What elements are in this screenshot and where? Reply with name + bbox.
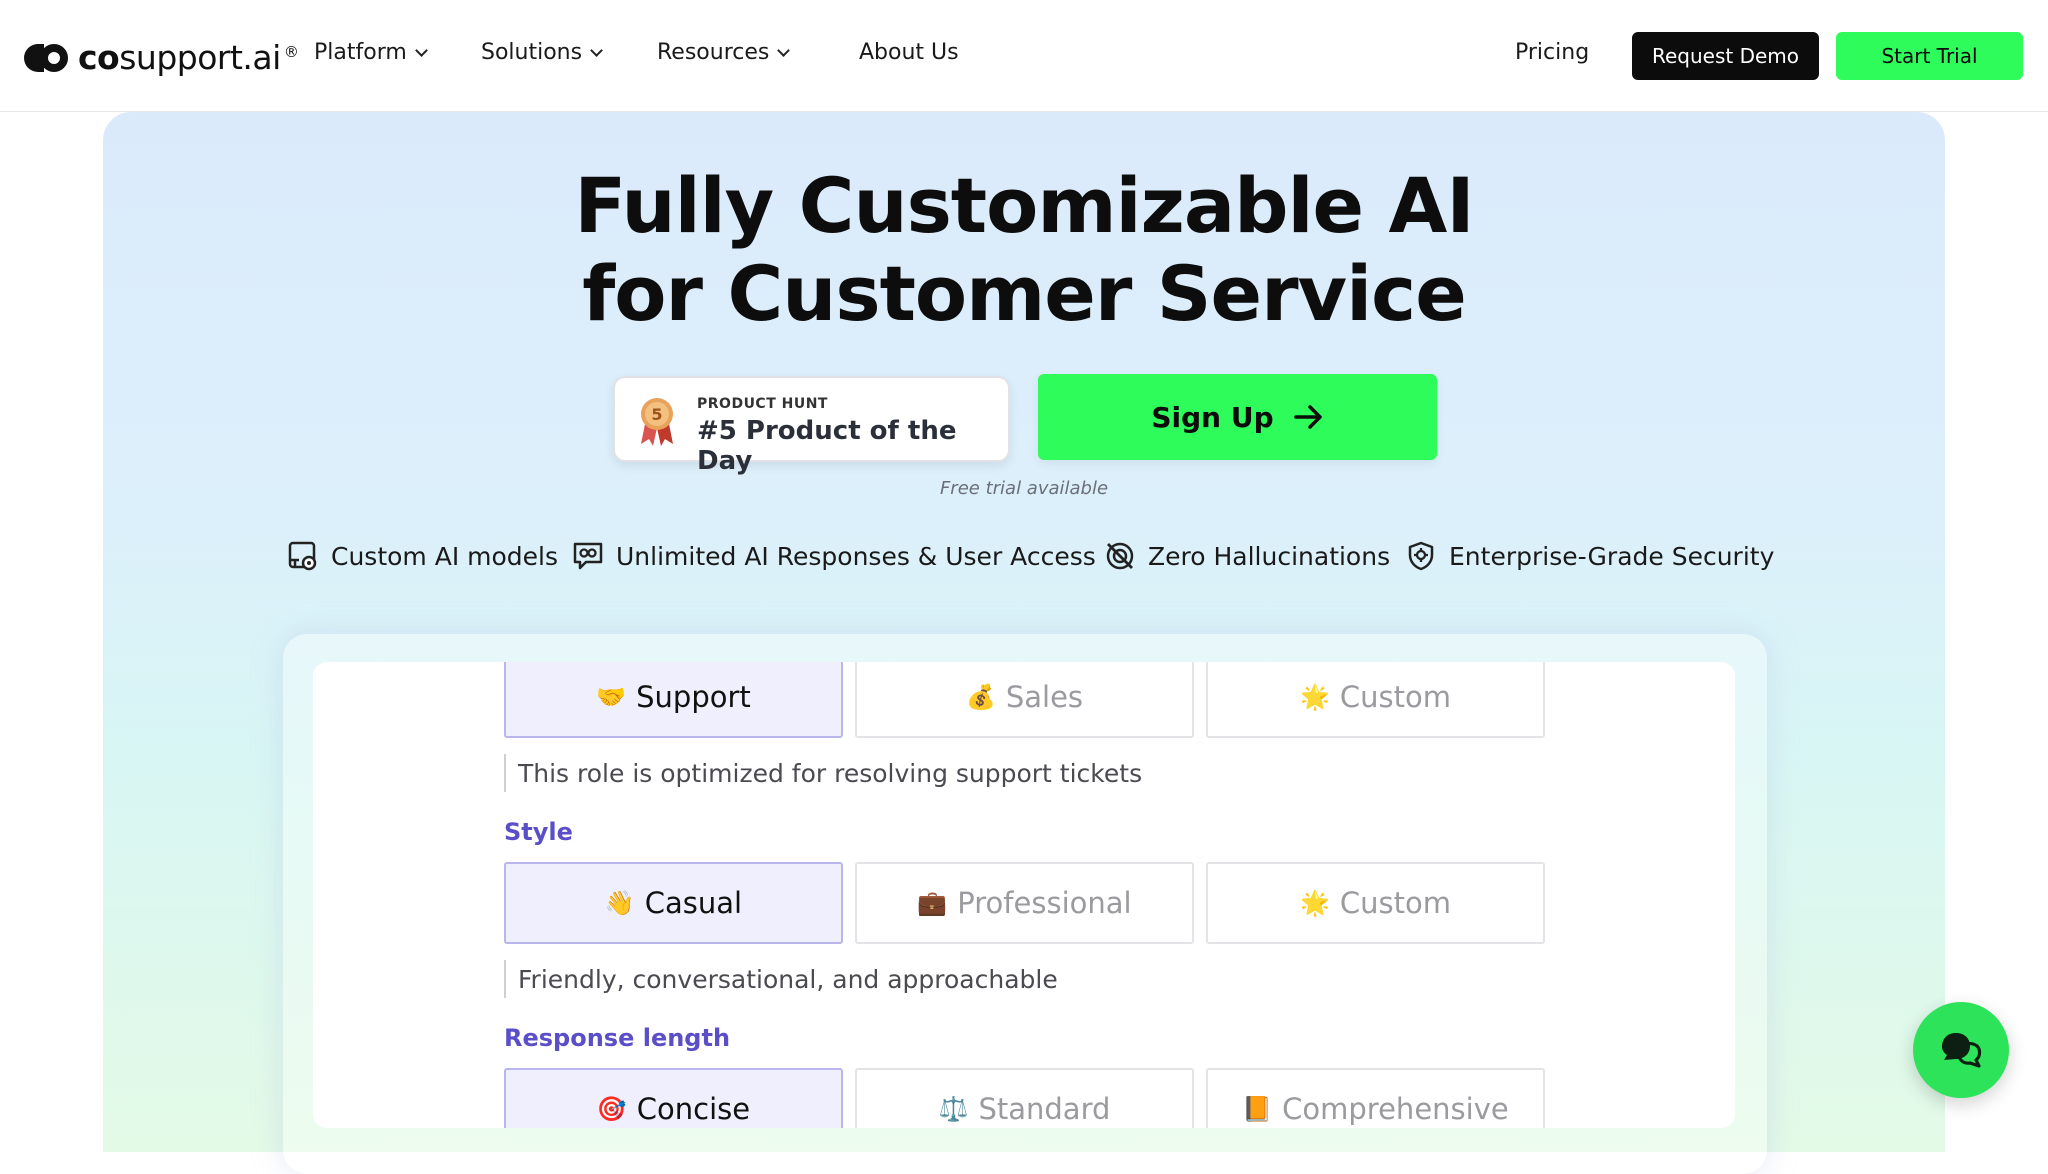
nav-solutions-label: Solutions — [481, 40, 583, 65]
option-label: Casual — [644, 886, 743, 920]
top-nav: cosupport.ai ® Platform Solutions Resourc… — [0, 0, 2048, 112]
option-label: Standard — [978, 1092, 1111, 1126]
badge-title: #5 Product of the Day — [697, 416, 957, 476]
feature-list: Custom AI models Unlimited AI Responses … — [103, 540, 1945, 580]
svg-text:5: 5 — [651, 405, 662, 424]
feature-label: Custom AI models — [331, 541, 559, 571]
chevron-down-icon — [590, 44, 603, 57]
hero-title-line2: for Customer Service — [582, 249, 1467, 338]
waving-hand-icon: 👋 — [604, 889, 635, 917]
role-description: This role is optimized for resolving sup… — [504, 754, 1142, 792]
star-icon: 🌟 — [1300, 889, 1330, 917]
style-option-custom[interactable]: 🌟 Custom — [1206, 862, 1545, 944]
brand-logo[interactable]: cosupport.ai ® — [24, 38, 299, 77]
balance-scale-icon: ⚖️ — [938, 1095, 969, 1123]
briefcase-icon: 💼 — [917, 889, 948, 917]
feature-label: Unlimited AI Responses & User Access — [616, 541, 1096, 571]
config-card: 🤝 Support 💰 Sales 🌟 Custom This role is … — [313, 662, 1735, 1128]
role-option-custom[interactable]: 🌟 Custom — [1206, 662, 1545, 738]
nav-platform[interactable]: Platform — [314, 40, 428, 65]
feature-item: Unlimited AI Responses & User Access — [572, 540, 1096, 572]
nav-resources-label: Resources — [657, 40, 770, 65]
length-option-comprehensive[interactable]: 📙 Comprehensive — [1206, 1068, 1545, 1128]
hero-title-line1: Fully Customizable AI — [574, 161, 1474, 250]
hero-title: Fully Customizable AI for Customer Servi… — [103, 162, 1945, 338]
nav-pricing-label: Pricing — [1515, 40, 1590, 65]
brand-name: cosupport.ai ® — [78, 38, 299, 77]
nav-pricing[interactable]: Pricing — [1515, 40, 1589, 65]
free-trial-note: Free trial available — [939, 478, 1109, 499]
medal-icon: 5 — [641, 398, 673, 446]
feature-item: Zero Hallucinations — [1104, 540, 1390, 572]
no-hallucination-icon — [1106, 542, 1134, 570]
custom-model-icon — [288, 541, 317, 571]
option-label: Professional — [957, 886, 1132, 920]
option-label: Comprehensive — [1282, 1092, 1509, 1126]
chevron-down-icon — [414, 44, 428, 57]
book-icon: 📙 — [1242, 1095, 1273, 1123]
role-option-sales[interactable]: 💰 Sales — [855, 662, 1194, 738]
sign-up-button[interactable]: Sign Up — [1038, 374, 1437, 460]
option-label: Custom — [1339, 886, 1451, 920]
option-label: Concise — [636, 1092, 751, 1126]
feature-label: Zero Hallucinations — [1148, 541, 1391, 571]
badge-source: PRODUCT HUNT — [697, 396, 828, 412]
nav-resources[interactable]: Resources — [657, 40, 791, 65]
sign-up-label: Sign Up — [1151, 400, 1274, 434]
request-demo-button[interactable]: Request Demo — [1632, 32, 1819, 80]
role-option-support[interactable]: 🤝 Support — [504, 662, 843, 738]
length-option-concise[interactable]: 🎯 Concise — [504, 1068, 843, 1128]
start-trial-button[interactable]: Start Trial — [1836, 32, 2023, 80]
star-icon: 🌟 — [1300, 683, 1330, 711]
shield-icon — [1408, 541, 1434, 571]
chat-widget-button[interactable] — [1913, 1002, 2009, 1098]
nav-platform-label: Platform — [314, 40, 407, 65]
option-label: Sales — [1005, 680, 1084, 714]
nav-about-label: About Us — [859, 40, 959, 65]
feature-label: Enterprise-Grade Security — [1449, 541, 1775, 571]
target-icon: 🎯 — [596, 1095, 627, 1123]
product-hunt-badge[interactable]: 5 PRODUCT HUNT #5 Product of the Day — [613, 376, 1010, 476]
unlimited-chat-icon — [573, 542, 603, 570]
arrow-right-icon — [1293, 405, 1322, 429]
feature-item: Enterprise-Grade Security — [1405, 540, 1774, 572]
length-option-standard[interactable]: ⚖️ Standard — [855, 1068, 1194, 1128]
style-heading: Style — [504, 818, 573, 846]
style-option-professional[interactable]: 💼 Professional — [855, 862, 1194, 944]
logo-icon — [24, 43, 68, 72]
nav-solutions[interactable]: Solutions — [481, 40, 603, 65]
nav-about-us[interactable]: About Us — [859, 40, 959, 65]
feature-item: Custom AI models — [287, 540, 558, 572]
option-label: Custom — [1339, 680, 1451, 714]
chat-bubbles-icon — [1942, 1033, 1982, 1068]
chevron-down-icon — [777, 44, 791, 57]
response-length-heading: Response length — [504, 1024, 731, 1052]
style-description: Friendly, conversational, and approachab… — [504, 960, 1058, 998]
style-option-casual[interactable]: 👋 Casual — [504, 862, 843, 944]
option-label: Support — [636, 680, 751, 714]
money-bag-icon: 💰 — [965, 683, 996, 711]
handshake-icon: 🤝 — [596, 683, 627, 711]
